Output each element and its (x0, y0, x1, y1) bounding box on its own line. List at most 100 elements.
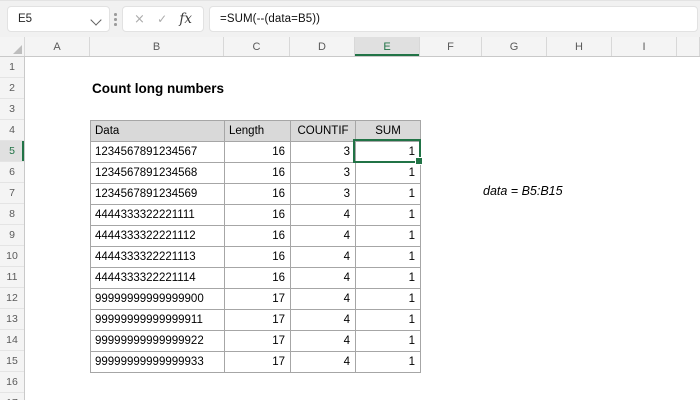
named-range-annotation: data = B5:B15 (483, 184, 563, 198)
column-header-B[interactable]: B (90, 37, 224, 56)
cell-B9[interactable]: 4444333322221112 (90, 225, 225, 247)
select-all-triangle-icon (13, 45, 22, 54)
cell-C7[interactable]: 16 (224, 183, 291, 205)
row-header-15[interactable]: 15 (0, 351, 24, 372)
column-header-C[interactable]: C (224, 37, 290, 56)
name-box[interactable]: E5 (7, 6, 110, 32)
column-header-I[interactable]: I (612, 37, 677, 56)
cell-D13[interactable]: 4 (290, 309, 356, 331)
table-header-countif[interactable]: COUNTIF (290, 120, 356, 142)
table-header-data[interactable]: Data (90, 120, 225, 142)
table-row: 4444333322221114 16 4 1 (90, 267, 421, 289)
row-header-2[interactable]: 2 (0, 78, 24, 99)
cell-D8[interactable]: 4 (290, 204, 356, 226)
cell-B12[interactable]: 99999999999999900 (90, 288, 225, 310)
table-row: 99999999999999911 17 4 1 (90, 309, 421, 331)
cell-D14[interactable]: 4 (290, 330, 356, 352)
column-header-H[interactable]: H (547, 37, 612, 56)
formula-buttons: × ✓ fx (122, 6, 204, 32)
column-header-A[interactable]: A (25, 37, 90, 56)
cell-E14[interactable]: 1 (355, 330, 421, 352)
cell-E6[interactable]: 1 (355, 162, 421, 184)
table-header-length[interactable]: Length (224, 120, 291, 142)
row-header-12[interactable]: 12 (0, 288, 24, 309)
formula-input[interactable]: =SUM(--(data=B5)) (209, 6, 698, 32)
cell-C5[interactable]: 16 (224, 141, 291, 163)
row-header-17[interactable]: 17 (0, 393, 24, 400)
table-row: 4444333322221111 16 4 1 (90, 204, 421, 226)
table-row: 1234567891234568 16 3 1 (90, 162, 421, 184)
cell-E5[interactable]: 1 (355, 141, 421, 163)
row-header-7[interactable]: 7 (0, 183, 24, 204)
cell-C15[interactable]: 17 (224, 351, 291, 373)
cell-C12[interactable]: 17 (224, 288, 291, 310)
table-row: 4444333322221113 16 4 1 (90, 246, 421, 268)
cell-B14[interactable]: 99999999999999922 (90, 330, 225, 352)
cell-D10[interactable]: 4 (290, 246, 356, 268)
column-header-G[interactable]: G (482, 37, 547, 56)
cell-B10[interactable]: 4444333322221113 (90, 246, 225, 268)
cell-D9[interactable]: 4 (290, 225, 356, 247)
cell-D15[interactable]: 4 (290, 351, 356, 373)
cell-C14[interactable]: 17 (224, 330, 291, 352)
row-header-16[interactable]: 16 (0, 372, 24, 393)
cell-D12[interactable]: 4 (290, 288, 356, 310)
cell-D5[interactable]: 3 (290, 141, 356, 163)
cell-E11[interactable]: 1 (355, 267, 421, 289)
table-row: 99999999999999922 17 4 1 (90, 330, 421, 352)
cell-B13[interactable]: 99999999999999911 (90, 309, 225, 331)
row-header-14[interactable]: 14 (0, 330, 24, 351)
cell-E15[interactable]: 1 (355, 351, 421, 373)
row-header-5[interactable]: 5 (0, 141, 24, 162)
formula-bar: E5 × ✓ fx =SUM(--(data=B5)) (0, 0, 700, 37)
cell-E13[interactable]: 1 (355, 309, 421, 331)
row-header-9[interactable]: 9 (0, 225, 24, 246)
cell-C6[interactable]: 16 (224, 162, 291, 184)
cell-D7[interactable]: 3 (290, 183, 356, 205)
cell-B7[interactable]: 1234567891234569 (90, 183, 225, 205)
cell-B8[interactable]: 4444333322221111 (90, 204, 225, 226)
fill-handle[interactable] (415, 157, 423, 165)
cell-C13[interactable]: 17 (224, 309, 291, 331)
row-header-13[interactable]: 13 (0, 309, 24, 330)
cell-B6[interactable]: 1234567891234568 (90, 162, 225, 184)
table-row: 1234567891234567 16 3 1 (90, 141, 421, 163)
table-header-row: Data Length COUNTIF SUM (90, 120, 421, 142)
cell-B15[interactable]: 99999999999999933 (90, 351, 225, 373)
cell-E8[interactable]: 1 (355, 204, 421, 226)
select-all-corner[interactable] (0, 37, 25, 56)
insert-function-icon[interactable]: fx (179, 11, 192, 27)
cell-C8[interactable]: 16 (224, 204, 291, 226)
column-header-F[interactable]: F (420, 37, 482, 56)
row-header-10[interactable]: 10 (0, 246, 24, 267)
row-header-8[interactable]: 8 (0, 204, 24, 225)
cancel-icon[interactable]: × (134, 12, 145, 27)
column-header-D[interactable]: D (290, 37, 355, 56)
cell-B11[interactable]: 4444333322221114 (90, 267, 225, 289)
column-header-E[interactable]: E (355, 37, 420, 56)
table-row: 4444333322221112 16 4 1 (90, 225, 421, 247)
table-header-sum[interactable]: SUM (355, 120, 421, 142)
row-header-1[interactable]: 1 (0, 57, 24, 78)
sheet-title: Count long numbers (92, 81, 224, 96)
enter-icon[interactable]: ✓ (157, 12, 167, 26)
cell-E12[interactable]: 1 (355, 288, 421, 310)
grip-dots-icon (114, 13, 117, 26)
chevron-down-icon[interactable] (90, 14, 102, 26)
cell-D11[interactable]: 4 (290, 267, 356, 289)
row-header-6[interactable]: 6 (0, 162, 24, 183)
row-header-4[interactable]: 4 (0, 120, 24, 141)
cell-C9[interactable]: 16 (224, 225, 291, 247)
row-header-11[interactable]: 11 (0, 267, 24, 288)
table-row: 99999999999999933 17 4 1 (90, 351, 421, 373)
table-row: 99999999999999900 17 4 1 (90, 288, 421, 310)
cell-E9[interactable]: 1 (355, 225, 421, 247)
cell-C11[interactable]: 16 (224, 267, 291, 289)
cell-E10[interactable]: 1 (355, 246, 421, 268)
cell-E7[interactable]: 1 (355, 183, 421, 205)
cell-D6[interactable]: 3 (290, 162, 356, 184)
cell-C10[interactable]: 16 (224, 246, 291, 268)
column-header-partial[interactable] (677, 37, 700, 56)
cell-B5[interactable]: 1234567891234567 (90, 141, 225, 163)
row-header-3[interactable]: 3 (0, 99, 24, 120)
